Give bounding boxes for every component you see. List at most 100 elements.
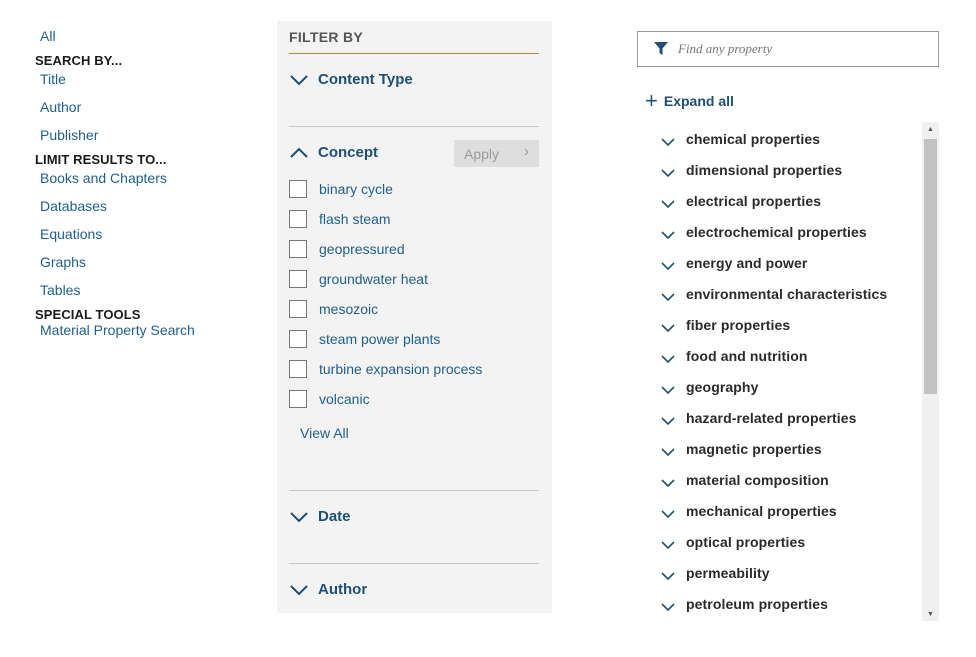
chevron-down-icon [661,417,675,426]
concept-option[interactable]: turbine expansion process [289,360,482,378]
property-list-scrollbar[interactable]: ▲ ▼ [922,122,939,621]
checkbox[interactable] [289,210,307,228]
property-item-label: geography [686,379,759,395]
property-item[interactable]: chemical properties [660,130,820,148]
chevron-down-icon [661,572,675,581]
chevron-down-icon [661,169,675,178]
chevron-down-icon [661,448,675,457]
chevron-down-icon [661,355,675,364]
section-divider [289,490,539,491]
content-type-label: Content Type [318,71,413,88]
nav-books-chapters-link[interactable]: Books and Chapters [40,170,167,186]
apply-label: Apply [464,145,500,162]
concept-option-label: mesozoic [319,301,379,317]
chevron-down-icon [661,386,675,395]
property-item[interactable]: optical properties [660,533,805,551]
chevron-down-icon [661,324,675,333]
concept-option-label: flash steam [319,211,391,227]
nav-publisher-link[interactable]: Publisher [40,127,98,143]
concept-option[interactable]: flash steam [289,210,391,228]
property-item-label: magnetic properties [686,441,822,457]
property-item-label: petroleum properties [686,596,829,612]
chevron-down-icon [661,231,675,240]
chevron-down-icon [661,603,675,612]
scroll-up-arrow-icon[interactable]: ▲ [922,122,939,136]
nav-all-link[interactable]: All [40,28,56,44]
concept-option-label: geopressured [319,241,405,257]
property-item[interactable]: petroleum properties [660,595,828,613]
property-item-label: electrical properties [686,193,822,209]
checkbox[interactable] [289,360,307,378]
property-item[interactable]: geography [660,378,758,396]
nav-graphs-link[interactable]: Graphs [40,254,86,270]
plus-icon: + [645,88,658,113]
chevron-down-icon [661,479,675,488]
nav-equations-link[interactable]: Equations [40,226,102,242]
property-item[interactable]: energy and power [660,254,807,272]
concept-option[interactable]: binary cycle [289,180,393,198]
concept-section-toggle[interactable]: Concept [289,144,378,161]
property-item[interactable]: mechanical properties [660,502,837,520]
concept-option-label: binary cycle [319,181,393,197]
property-item-label: chemical properties [686,131,821,147]
filter-title-divider [289,53,539,54]
limit-results-heading: LIMIT RESULTS TO... [35,152,167,167]
property-item-label: fiber properties [686,317,791,333]
property-item[interactable]: electrical properties [660,192,821,210]
property-search-box[interactable] [637,31,939,67]
concept-option[interactable]: steam power plants [289,330,440,348]
concept-label: Concept [318,144,378,161]
nav-tables-link[interactable]: Tables [40,282,80,298]
chevron-up-icon [290,147,308,158]
scroll-down-arrow-icon[interactable]: ▼ [922,607,939,621]
property-item-label: environmental characteristics [686,286,888,302]
property-item[interactable]: food and nutrition [660,347,808,365]
property-item[interactable]: magnetic properties [660,440,822,458]
expand-all-label: Expand all [663,93,734,109]
checkbox[interactable] [289,390,307,408]
content-type-section-toggle[interactable]: Content Type [289,71,413,88]
checkbox[interactable] [289,240,307,258]
property-item[interactable]: electrochemical properties [660,223,867,241]
property-item[interactable]: environmental characteristics [660,285,887,303]
chevron-down-icon [661,293,675,302]
concept-option[interactable]: volcanic [289,390,370,408]
concept-option-label: turbine expansion process [319,361,483,377]
checkbox[interactable] [289,180,307,198]
property-item[interactable]: hazard-related properties [660,409,857,427]
property-item[interactable]: dimensional properties [660,161,842,179]
view-all-link[interactable]: View All [300,425,349,441]
author-section-toggle[interactable]: Author [289,581,367,598]
section-divider [289,563,539,564]
filter-title: FILTER BY [289,29,363,45]
chevron-down-icon [290,584,308,595]
concept-option[interactable]: geopressured [289,240,405,258]
checkbox[interactable] [289,330,307,348]
concept-option[interactable]: mesozoic [289,300,378,318]
checkbox[interactable] [289,300,307,318]
property-item-label: hazard-related properties [686,410,857,426]
chevron-down-icon [661,138,675,147]
property-item[interactable]: permeability [660,564,770,582]
chevron-right-icon: › [524,143,529,160]
property-search-input[interactable] [676,40,920,58]
property-item[interactable]: fiber properties [660,316,790,334]
concept-option-label: steam power plants [319,331,441,347]
nav-author-link[interactable]: Author [40,99,81,115]
property-item-label: food and nutrition [686,348,808,364]
property-item[interactable]: material composition [660,471,829,489]
nav-material-property-search-link[interactable]: Material Property Search [40,322,195,338]
scrollbar-thumb[interactable] [924,139,937,394]
date-section-toggle[interactable]: Date [289,508,351,525]
concept-option[interactable]: groundwater heat [289,270,428,288]
chevron-down-icon [661,541,675,550]
apply-button[interactable]: Apply › [454,140,539,167]
chevron-down-icon [661,200,675,209]
expand-all-button[interactable]: + Expand all [645,88,734,113]
checkbox[interactable] [289,270,307,288]
filter-funnel-icon [654,42,668,55]
section-divider [289,126,539,127]
property-item-label: dimensional properties [686,162,843,178]
nav-databases-link[interactable]: Databases [40,198,107,214]
nav-title-link[interactable]: Title [40,71,66,87]
